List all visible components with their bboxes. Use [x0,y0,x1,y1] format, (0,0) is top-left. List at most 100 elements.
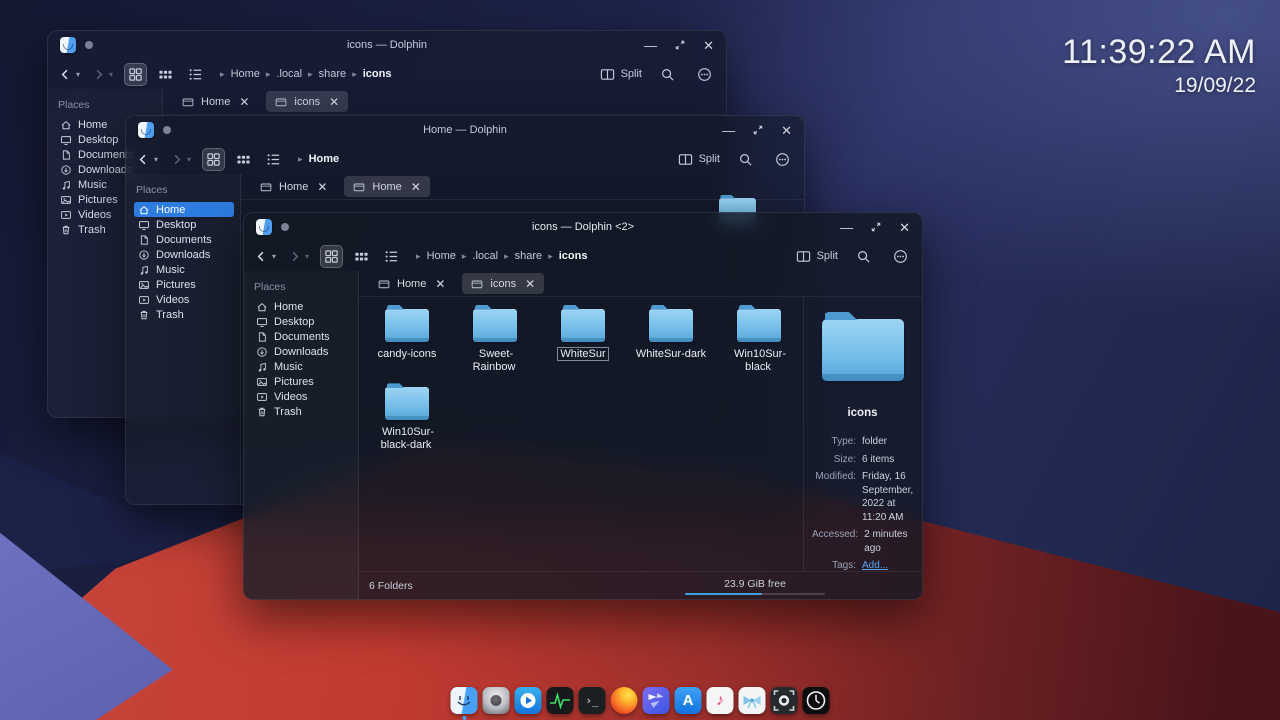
terminal-icon[interactable] [578,687,606,714]
close-button[interactable]: ✕ [703,39,714,52]
folder-icon[interactable] [385,309,429,343]
close-button[interactable]: ✕ [781,124,792,137]
titlebar[interactable]: icons — Dolphin — ✕ [48,31,726,59]
back-button[interactable]: ▾ [58,67,80,82]
place-item[interactable]: Videos [134,292,234,307]
video-editor-icon[interactable] [642,687,670,714]
back-history-caret-icon[interactable]: ▾ [272,252,276,261]
tab-close-icon[interactable]: ✕ [239,95,249,109]
folder-item[interactable]: WhiteSur-dark [627,305,715,373]
tab-close-icon[interactable]: ✕ [525,277,535,291]
folder-item[interactable]: Win10Sur-black [715,305,803,373]
place-item[interactable]: Pictures [252,374,352,389]
breadcrumb-segment[interactable]: ▸ icons [352,68,391,80]
search-button[interactable] [734,148,757,171]
tab-close-icon[interactable]: ✕ [329,95,339,109]
place-item[interactable]: Videos [252,389,352,404]
icons-view-button[interactable] [124,62,148,86]
forward-history-caret-icon[interactable]: ▾ [305,252,309,261]
icons-view-button[interactable] [202,147,226,171]
maximize-button[interactable] [752,124,764,136]
forward-button[interactable]: ▾ [287,249,309,264]
media-player-icon[interactable] [514,687,542,714]
place-item[interactable]: Trash [252,404,352,419]
folder-icon[interactable] [561,309,605,343]
folder-icon[interactable] [649,309,693,343]
forward-history-caret-icon[interactable]: ▾ [187,155,191,164]
close-button[interactable]: ✕ [899,221,910,234]
breadcrumb-segment[interactable]: ▸ Home [220,68,260,80]
tab-close-icon[interactable]: ✕ [411,180,421,194]
tab[interactable]: Home ✕ [251,176,336,197]
app-store-icon[interactable] [674,687,702,714]
place-item[interactable]: Home [252,299,352,314]
compact-view-button[interactable] [232,148,255,171]
folder-view[interactable]: candy-icons Sweet-Rainbow WhiteSur WhiteSur… [359,297,803,571]
dolphin-window-front[interactable]: icons — Dolphin <2> — ✕ ▾ ▾ ▸ Home ▸ .local… [243,212,923,600]
back-button[interactable]: ▾ [254,249,276,264]
tab[interactable]: icons ✕ [266,91,349,112]
place-item[interactable]: Trash [134,307,234,322]
hamburger-menu-button[interactable] [889,245,912,268]
back-history-caret-icon[interactable]: ▾ [154,155,158,164]
screenshot-tool-icon[interactable] [770,687,798,714]
compact-view-button[interactable] [350,245,373,268]
search-button[interactable] [852,245,875,268]
details-view-button[interactable] [184,63,207,86]
firefox-icon[interactable] [610,687,638,714]
place-item[interactable]: Downloads [252,344,352,359]
tab[interactable]: Home ✕ [173,91,258,112]
folder-item[interactable]: Win10Sur-black-dark [363,383,451,451]
icons-view-button[interactable] [320,244,344,268]
system-settings-icon[interactable] [482,687,510,714]
place-item[interactable]: Music [134,262,234,277]
titlebar[interactable]: Home — Dolphin — ✕ [126,116,804,144]
titlebar[interactable]: icons — Dolphin <2> — ✕ [244,213,922,241]
place-item[interactable]: Documents [252,329,352,344]
minimize-button[interactable]: — [722,124,735,137]
breadcrumb-segment[interactable]: ▸ .local [462,250,498,262]
details-view-button[interactable] [262,148,285,171]
place-item[interactable]: Music [252,359,352,374]
details-view-button[interactable] [380,245,403,268]
system-monitor-icon[interactable] [546,687,574,714]
minimize-button[interactable]: — [840,221,853,234]
breadcrumb-segment[interactable]: ▸ Home [298,153,339,165]
breadcrumb-segment[interactable]: ▸ share [504,250,542,262]
split-button[interactable]: Split [678,152,720,167]
music-app-icon[interactable] [706,687,734,714]
breadcrumb-segment[interactable]: ▸ Home [416,250,456,262]
folder-item[interactable]: WhiteSur [539,305,627,373]
place-item[interactable]: Downloads [134,247,234,262]
maximize-button[interactable] [674,39,686,51]
hamburger-menu-button[interactable] [693,63,716,86]
forward-button[interactable]: ▾ [169,152,191,167]
forward-history-caret-icon[interactable]: ▾ [109,70,113,79]
minimize-button[interactable]: — [644,39,657,52]
compact-view-button[interactable] [154,63,177,86]
place-item[interactable]: Pictures [134,277,234,292]
hamburger-menu-button[interactable] [771,148,794,171]
folder-icon[interactable] [473,309,517,343]
clock-app-icon[interactable] [802,687,830,714]
folder-icon[interactable] [737,309,781,343]
tab[interactable]: icons ✕ [462,273,545,294]
breadcrumb-segment[interactable]: ▸ share [308,68,346,80]
forward-button[interactable]: ▾ [91,67,113,82]
tab-close-icon[interactable]: ✕ [435,277,445,291]
tab[interactable]: Home ✕ [369,273,454,294]
place-item[interactable]: Desktop [134,217,234,232]
breadcrumb-segment[interactable]: ▸ icons [548,250,587,262]
folder-icon[interactable] [385,387,429,421]
dolphin-file-manager-icon[interactable] [450,687,478,720]
tab-close-icon[interactable]: ✕ [317,180,327,194]
tab[interactable]: Home ✕ [344,176,430,197]
gift-wrap-app-icon[interactable] [738,687,766,714]
folder-item[interactable]: candy-icons [363,305,451,373]
place-item[interactable]: Home [134,202,234,217]
back-button[interactable]: ▾ [136,152,158,167]
breadcrumb-segment[interactable]: ▸ .local [266,68,302,80]
split-button[interactable]: Split [796,249,838,264]
place-item[interactable]: Documents [134,232,234,247]
place-item[interactable]: Desktop [252,314,352,329]
